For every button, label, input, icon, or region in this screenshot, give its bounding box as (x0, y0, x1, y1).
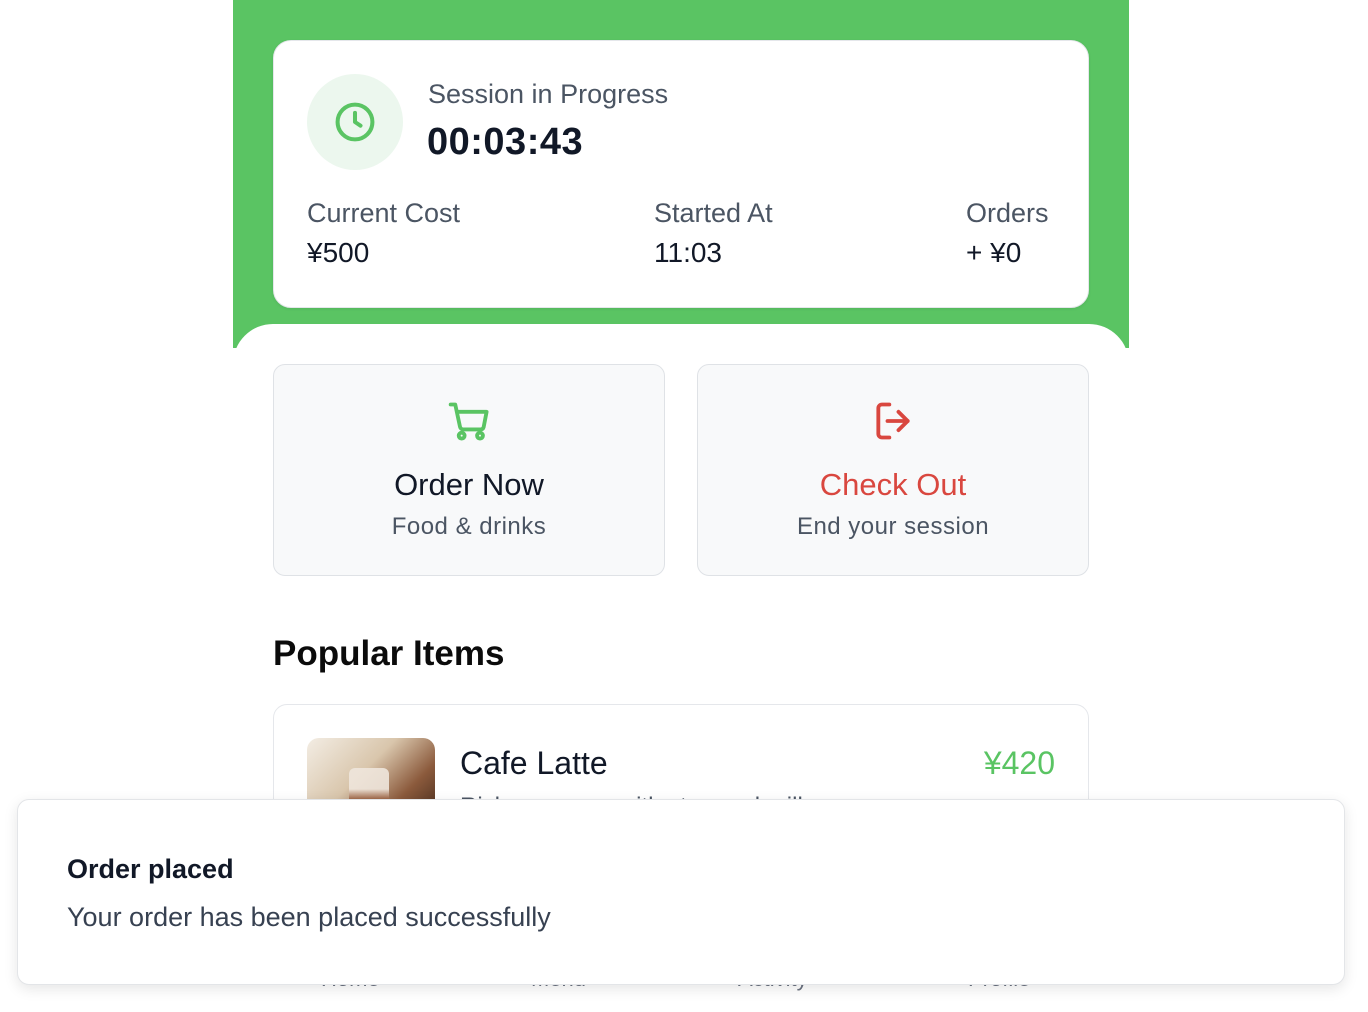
toast-notification[interactable]: Order placed Your order has been placed … (17, 799, 1345, 985)
toast-title: Order placed (67, 854, 234, 884)
header-banner: Session in Progress 00:03:43 Current Cos… (233, 0, 1129, 348)
order-now-button[interactable]: Order Now Food & drinks (273, 364, 665, 576)
stat-orders: Orders + ¥0 (966, 198, 1049, 269)
stat-label: Orders (966, 198, 1049, 228)
item-name: Cafe Latte (460, 745, 608, 781)
stat-value: + ¥0 (966, 237, 1022, 268)
session-timer: 00:03:43 (427, 121, 584, 163)
popular-items-heading: Popular Items (273, 634, 505, 673)
check-out-subtitle: End your session (796, 513, 990, 540)
order-now-title: Order Now (394, 467, 544, 502)
stat-current-cost: Current Cost ¥500 (307, 198, 460, 269)
check-out-button[interactable]: Check Out End your session (697, 364, 1089, 576)
stat-value: ¥500 (307, 237, 370, 268)
toast-message: Your order has been placed successfully (67, 902, 551, 932)
stat-value: 11:03 (654, 237, 722, 268)
cart-icon (274, 399, 664, 443)
stat-label: Current Cost (307, 198, 461, 228)
order-now-subtitle: Food & drinks (391, 513, 547, 540)
check-out-title: Check Out (819, 467, 967, 502)
stat-started-at: Started At 11:03 (654, 198, 773, 269)
session-card: Session in Progress 00:03:43 Current Cos… (273, 40, 1089, 308)
item-price: ¥420 (983, 745, 1055, 781)
clock-icon (307, 74, 403, 170)
session-title: Session in Progress (428, 79, 669, 109)
stat-label: Started At (654, 198, 773, 228)
logout-icon (698, 399, 1088, 443)
